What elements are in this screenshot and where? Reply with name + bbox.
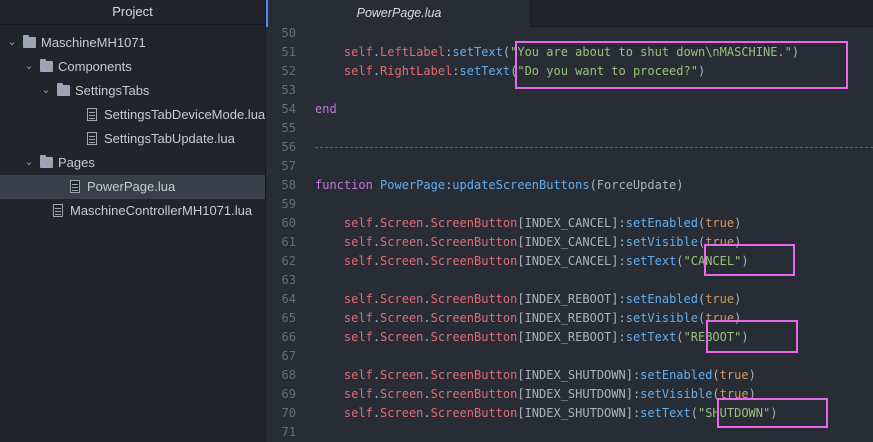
folder-icon xyxy=(40,59,53,72)
file-icon xyxy=(87,132,97,145)
line-number: 70 xyxy=(281,406,296,420)
line-number: 59 xyxy=(281,197,296,211)
line-number: 65 xyxy=(281,311,296,325)
tab-bar: PowerPage.lua xyxy=(266,0,873,27)
tab-powerpage[interactable]: PowerPage.lua xyxy=(266,0,530,27)
code-text: self.Screen.ScreenButton[INDEX_CANCEL]:s… xyxy=(343,235,742,249)
line-number: 55 xyxy=(281,121,296,135)
file-icon xyxy=(70,180,80,193)
line-number: 51 xyxy=(281,45,296,59)
tree-item-label: SettingsTabDeviceMode.lua xyxy=(104,107,266,122)
sidebar-title: Project xyxy=(0,0,265,25)
line-number: 68 xyxy=(281,368,296,382)
code-text: self.Screen.ScreenButton[INDEX_REBOOT]:s… xyxy=(343,330,749,344)
folder-icon xyxy=(23,35,36,48)
line-number: 71 xyxy=(281,425,296,439)
code-text: self.Screen.ScreenButton[INDEX_REBOOT]:s… xyxy=(343,311,742,325)
line-number: 60 xyxy=(281,216,296,230)
line-number: 53 xyxy=(281,83,296,97)
code-line: 57 xyxy=(266,157,873,176)
highlight-box-shutdown xyxy=(717,398,828,428)
chevron-down-icon[interactable]: ⌄ xyxy=(40,79,52,103)
tree-item-label: MaschineControllerMH1071.lua xyxy=(70,203,253,218)
line-number: 66 xyxy=(281,330,296,344)
project-sidebar: Project ⌄ MaschineMH1071 ⌄ Components ⌄ Setti… xyxy=(0,0,266,442)
chevron-down-icon[interactable]: ⌄ xyxy=(6,31,18,55)
code-text: self.Screen.ScreenButton[INDEX_SHUTDOWN]… xyxy=(343,406,778,420)
chevron-down-icon[interactable]: ⌄ xyxy=(23,151,35,175)
file-icon xyxy=(53,204,63,217)
tree-file[interactable]: PowerPage.lua xyxy=(0,175,265,199)
code-line: 60 self.Screen.ScreenButton[INDEX_CANCEL… xyxy=(266,214,873,233)
line-number: 56 xyxy=(281,140,296,154)
file-icon xyxy=(87,108,97,121)
separator-comment xyxy=(315,147,873,148)
line-number: 69 xyxy=(281,387,296,401)
line-number: 57 xyxy=(281,159,296,173)
highlight-box-cancel xyxy=(704,244,795,276)
folder-icon xyxy=(57,83,70,96)
tree-folder[interactable]: ⌄ SettingsTabs xyxy=(0,79,265,103)
tree-item-label: PowerPage.lua xyxy=(87,179,176,194)
code-line: 58 function PowerPage:updateScreenButtons… xyxy=(266,176,873,195)
chevron-down-icon[interactable]: ⌄ xyxy=(23,55,35,79)
tree-file[interactable]: SettingsTabDeviceMode.lua xyxy=(0,103,265,127)
line-number: 50 xyxy=(281,26,296,40)
code-line: 54 end xyxy=(266,100,873,119)
code-text: end xyxy=(315,102,337,116)
line-number: 54 xyxy=(281,102,296,116)
code-text: self.Screen.ScreenButton[INDEX_SHUTDOWN]… xyxy=(343,387,756,401)
code-text: self.Screen.ScreenButton[INDEX_REBOOT]:s… xyxy=(343,292,742,306)
line-number: 61 xyxy=(281,235,296,249)
code-line: 68 self.Screen.ScreenButton[INDEX_SHUTDO… xyxy=(266,366,873,385)
line-number: 67 xyxy=(281,349,296,363)
tree-item-label: SettingsTabUpdate.lua xyxy=(104,131,235,146)
tree-folder[interactable]: ⌄ Components xyxy=(0,55,265,79)
tree-folder[interactable]: ⌄ MaschineMH1071 xyxy=(0,31,265,55)
folder-icon xyxy=(40,155,53,168)
tree-item-label: Components xyxy=(58,59,132,74)
code-text: self.Screen.ScreenButton[INDEX_CANCEL]:s… xyxy=(343,254,749,268)
tree-item-label: MaschineMH1071 xyxy=(41,35,146,50)
code-line: 55 xyxy=(266,119,873,138)
code-line: 56 xyxy=(266,138,873,157)
line-number: 63 xyxy=(281,273,296,287)
code-editor[interactable]: 50 51 self.LeftLabel:setText("You are abo… xyxy=(266,26,873,442)
code-text: function PowerPage:updateScreenButtons(F… xyxy=(315,178,684,192)
highlight-box-reboot xyxy=(706,320,798,353)
tree-item-label: SettingsTabs xyxy=(75,83,150,98)
tree-file[interactable]: SettingsTabUpdate.lua xyxy=(0,127,265,151)
code-text: self.Screen.ScreenButton[INDEX_CANCEL]:s… xyxy=(343,216,742,230)
line-number: 64 xyxy=(281,292,296,306)
highlight-box-labels xyxy=(515,41,848,89)
tab-separator xyxy=(530,0,531,26)
code-line: 64 self.Screen.ScreenButton[INDEX_REBOOT… xyxy=(266,290,873,309)
code-text: self.Screen.ScreenButton[INDEX_SHUTDOWN]… xyxy=(343,368,756,382)
tree-folder[interactable]: ⌄ Pages xyxy=(0,151,265,175)
code-line: 59 xyxy=(266,195,873,214)
line-number: 62 xyxy=(281,254,296,268)
line-number: 52 xyxy=(281,64,296,78)
line-number: 58 xyxy=(281,178,296,192)
tree-item-label: Pages xyxy=(58,155,95,170)
tree-file[interactable]: MaschineControllerMH1071.lua xyxy=(0,199,265,223)
